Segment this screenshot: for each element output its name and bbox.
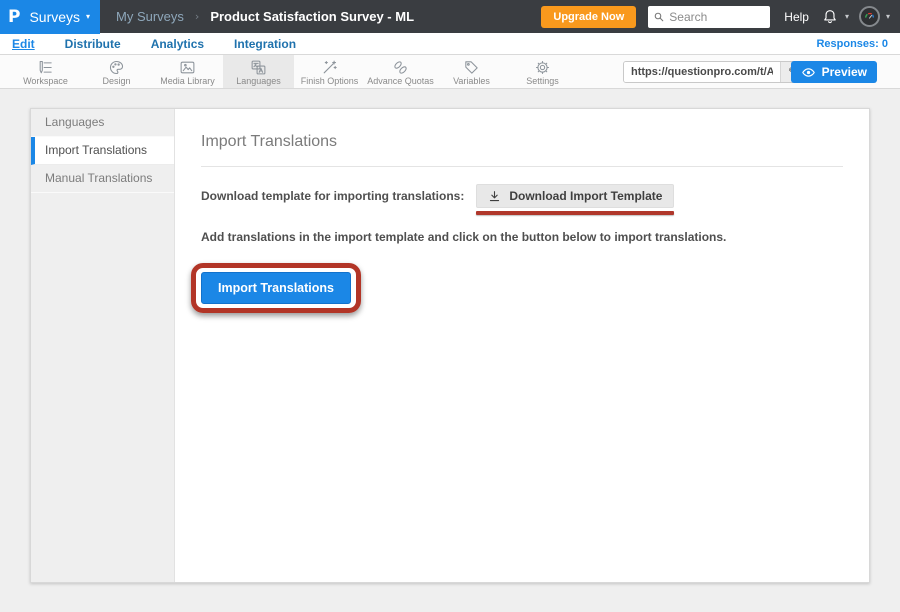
toolbar-item-variables[interactable]: Variables — [436, 55, 507, 88]
download-template-wrap: Download Import Template — [476, 184, 674, 215]
search-icon — [654, 11, 664, 23]
toolbar-item-languages[interactable]: Languages — [223, 55, 294, 88]
download-template-label: Download template for importing translat… — [201, 184, 464, 208]
import-instructions: Add translations in the import template … — [201, 230, 843, 244]
gauge-icon — [863, 10, 876, 23]
survey-url-group: ✎ — [623, 61, 806, 83]
workspace-icon — [37, 59, 54, 75]
design-icon — [108, 59, 125, 75]
section-tab-bar: Edit Distribute Analytics Integration Re… — [0, 33, 900, 55]
languages-panel: Languages Import Translations Manual Tra… — [30, 108, 870, 583]
toolbar-item-design[interactable]: Design — [81, 55, 152, 88]
preview-button[interactable]: Preview — [791, 61, 877, 83]
survey-title: Product Satisfaction Survey - ML — [210, 9, 414, 24]
toolbar-item-workspace[interactable]: Workspace — [10, 55, 81, 88]
notifications-button[interactable]: ▾ — [821, 8, 849, 26]
breadcrumb-separator-icon: › — [195, 10, 199, 23]
annotation-red-underline — [476, 211, 674, 215]
toolbar-item-label: Variables — [453, 76, 490, 86]
preview-label: Preview — [822, 65, 867, 79]
topbar-right-cluster: Upgrade Now Help ▾ — [541, 6, 900, 28]
download-button-label: Download Import Template — [509, 189, 662, 203]
upgrade-now-button[interactable]: Upgrade Now — [541, 6, 636, 28]
help-link[interactable]: Help — [784, 10, 809, 24]
page-title: Import Translations — [201, 133, 843, 151]
toolbar-item-label: Settings — [526, 76, 559, 86]
toolbar-item-label: Finish Options — [301, 76, 359, 86]
tab-analytics[interactable]: Analytics — [151, 37, 204, 51]
sidebar-item-manual-translations[interactable]: Manual Translations — [31, 165, 174, 193]
toolbar-item-media-library[interactable]: Media Library — [152, 55, 223, 88]
top-bar: P Surveys ▾ My Surveys › Product Satisfa… — [0, 0, 900, 33]
toolbar-item-settings[interactable]: Settings — [507, 55, 578, 88]
edit-toolbar: Workspace Design Media Library L — [0, 55, 900, 89]
account-menu[interactable]: ▾ — [859, 6, 890, 27]
bell-icon — [821, 8, 839, 26]
content-background: Languages Import Translations Manual Tra… — [0, 89, 900, 583]
sidebar-item-import-translations[interactable]: Import Translations — [31, 137, 174, 165]
download-import-template-button[interactable]: Download Import Template — [476, 184, 674, 208]
tab-edit[interactable]: Edit — [12, 37, 35, 51]
settings-icon — [534, 59, 551, 75]
toolbar-item-label: Languages — [236, 76, 281, 86]
media-library-icon — [179, 59, 196, 75]
product-name: Surveys — [29, 9, 80, 25]
variables-icon — [463, 59, 480, 75]
languages-sidebar: Languages Import Translations Manual Tra… — [31, 109, 175, 582]
survey-url-input[interactable] — [624, 62, 780, 82]
divider — [201, 166, 843, 167]
sidebar-item-languages[interactable]: Languages — [31, 109, 174, 137]
tab-distribute[interactable]: Distribute — [65, 37, 121, 51]
toolbar-item-label: Workspace — [23, 76, 68, 86]
import-translations-button[interactable]: Import Translations — [201, 272, 351, 304]
tab-integration[interactable]: Integration — [234, 37, 296, 51]
chevron-down-icon: ▾ — [86, 12, 90, 21]
questionpro-logo-icon: P — [8, 7, 20, 27]
eye-icon — [801, 66, 816, 79]
import-translations-pane: Import Translations Download template fo… — [175, 109, 869, 582]
download-template-row: Download template for importing translat… — [201, 184, 843, 215]
advance-quotas-icon — [392, 59, 409, 75]
breadcrumb: My Surveys › Product Satisfaction Survey… — [116, 9, 414, 24]
search-input[interactable] — [669, 10, 764, 24]
toolbar-item-advance-quotas[interactable]: Advance Quotas — [365, 55, 436, 88]
annotation-red-box: Import Translations — [191, 263, 361, 313]
finish-options-icon — [321, 59, 338, 75]
toolbar-item-label: Media Library — [160, 76, 215, 86]
toolbar-item-label: Advance Quotas — [367, 76, 434, 86]
toolbar-item-finish-options[interactable]: Finish Options — [294, 55, 365, 88]
search-box[interactable] — [648, 6, 770, 28]
avatar — [859, 6, 880, 27]
chevron-down-icon: ▾ — [886, 12, 890, 21]
download-icon — [488, 190, 501, 203]
languages-icon — [250, 59, 267, 75]
responses-count: Responses: 0 — [816, 38, 888, 50]
chevron-down-icon: ▾ — [845, 12, 849, 21]
breadcrumb-my-surveys[interactable]: My Surveys — [116, 9, 184, 24]
toolbar-item-label: Design — [102, 76, 130, 86]
surveys-menu[interactable]: P Surveys ▾ — [0, 0, 100, 34]
